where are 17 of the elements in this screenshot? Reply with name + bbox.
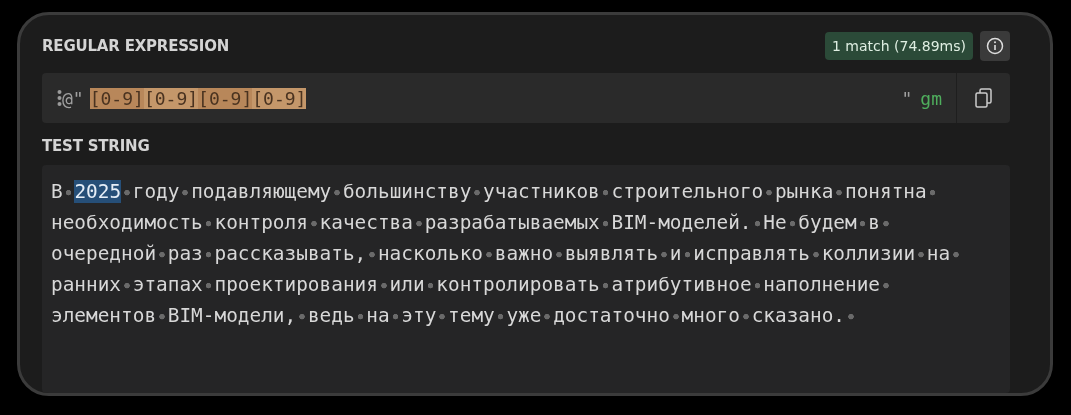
text-line: необходимость контроля качества разрабатываемых BIM-моделей. Не будем в: [51, 207, 1001, 238]
regex-prefix: @": [62, 87, 84, 109]
test-string-field[interactable]: [42, 165, 1010, 393]
text-line: элементов BIM-модели, ведь на эту тему уже достаточно много сказано.: [51, 300, 1001, 331]
section-title: TEST STRING: [42, 137, 150, 155]
text-line: очередной раз рассказывать, насколько важно выявлять и исправлять коллизии на: [51, 238, 1001, 269]
regex-field[interactable]: @" [0-9][0-9][0-9][0-9] " gm: [42, 73, 1010, 123]
drag-handle-icon[interactable]: [57, 89, 62, 107]
section-title: REGULAR EXPRESSION: [42, 37, 230, 55]
regex-suffix: ": [901, 87, 913, 109]
info-icon: [986, 37, 1004, 55]
regex-flags[interactable]: gm: [920, 87, 942, 109]
text-line: ранних этапах проектирования или контролировать атрибутивное наполнение: [51, 269, 1001, 300]
match-count-badge: 1 match (74.89ms): [824, 32, 973, 60]
copy-icon: [974, 88, 993, 108]
info-button[interactable]: [980, 31, 1010, 61]
text-line: В 2025 году подавляющему большинству участников строительного рынка понятна: [51, 176, 1001, 207]
